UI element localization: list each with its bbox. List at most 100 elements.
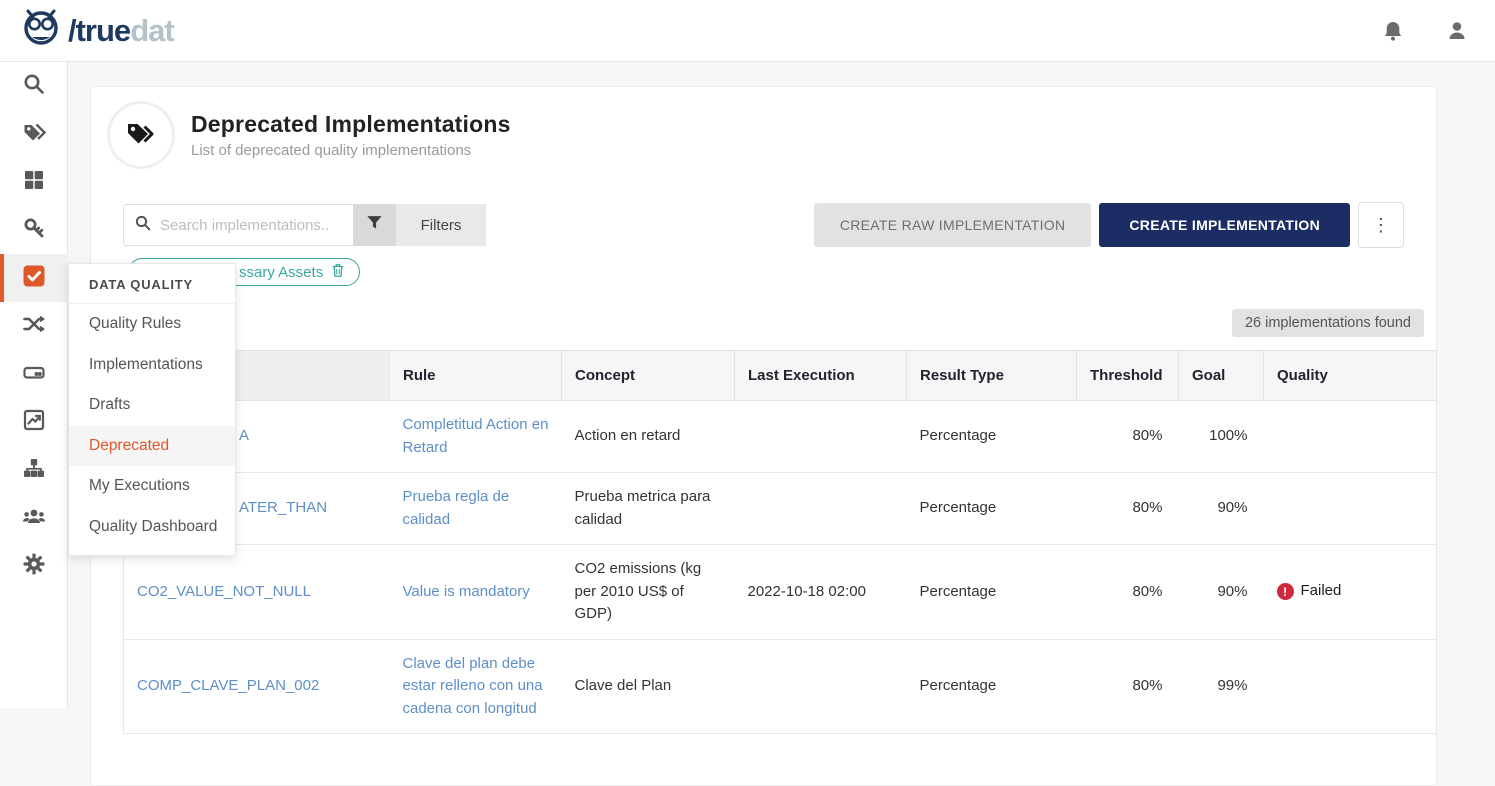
last-execution-cell <box>735 401 907 473</box>
sitemap-icon <box>22 456 46 485</box>
threshold-cell: 80% <box>1077 401 1179 473</box>
goal-cell: 90% <box>1179 545 1264 640</box>
owl-logo-icon <box>18 5 64 56</box>
table-row: COMP_CLAVE_PLAN_002 Clave del plan debe … <box>124 639 1437 734</box>
page-header: Deprecated Implementations List of depre… <box>91 87 1436 169</box>
menu-item-deprecated[interactable]: Deprecated <box>69 426 235 467</box>
topbar: /truedat <box>0 0 1495 62</box>
sidebar-item-ingests[interactable] <box>0 446 68 494</box>
sidebar-item-search[interactable] <box>0 62 68 110</box>
menu-item-drafts[interactable]: Drafts <box>69 385 235 426</box>
create-raw-implementation-button[interactable]: CREATE RAW IMPLEMENTATION <box>814 203 1092 247</box>
menu-item-my-executions[interactable]: My Executions <box>69 466 235 507</box>
search-icon <box>134 214 160 237</box>
table-row: CO2_VALUE_NOT_NULL Value is mandatory CO… <box>124 545 1437 640</box>
column-goal[interactable]: Goal <box>1179 351 1264 401</box>
quality-cell <box>1264 401 1437 473</box>
search-input[interactable] <box>160 217 343 234</box>
error-circle-icon <box>1277 583 1294 600</box>
toolbar: Filters CREATE RAW IMPLEMENTATION CREATE… <box>123 202 1404 248</box>
filters-button[interactable]: Filters <box>396 204 486 246</box>
tag-circle-icon <box>107 101 175 169</box>
brand-name: /truedat <box>68 13 174 49</box>
last-execution-cell <box>735 639 907 734</box>
column-quality[interactable]: Quality <box>1264 351 1437 401</box>
active-filters-row: ssary Assets <box>128 258 1404 286</box>
implementations-table: Rule Concept Last Execution Result Type … <box>123 350 1437 734</box>
implementation-link[interactable]: CO2_VALUE_NOT_NULL <box>137 583 311 600</box>
goal-cell: 90% <box>1179 473 1264 545</box>
sidebar-item-data-quality[interactable] <box>0 254 68 302</box>
bell-icon[interactable] <box>1381 19 1405 43</box>
concept-cell: CO2 emissions (kg per 2010 US$ of GDP) <box>562 545 735 640</box>
table-header-row: Rule Concept Last Execution Result Type … <box>124 351 1437 401</box>
threshold-cell: 80% <box>1077 639 1179 734</box>
users-icon <box>22 504 46 533</box>
table-row: ATER_THAN Prueba regla de calidad Prueba… <box>124 473 1437 545</box>
column-result-type[interactable]: Result Type <box>907 351 1077 401</box>
column-last-execution[interactable]: Last Execution <box>735 351 907 401</box>
sidebar-item-access[interactable] <box>0 206 68 254</box>
result-type-cell: Percentage <box>907 639 1077 734</box>
create-implementation-button[interactable]: CREATE IMPLEMENTATION <box>1099 203 1350 247</box>
truedat-logo[interactable]: /truedat <box>18 5 174 56</box>
grid-icon <box>22 168 46 197</box>
check-square-icon <box>22 264 46 293</box>
results-count-badge: 26 implementations found <box>1232 309 1424 337</box>
goal-cell: 99% <box>1179 639 1264 734</box>
concept-cell: Clave del Plan <box>562 639 735 734</box>
sidebar-item-structures[interactable] <box>0 350 68 398</box>
threshold-cell: 80% <box>1077 545 1179 640</box>
quality-status-badge: Failed <box>1277 580 1342 603</box>
result-type-cell: Percentage <box>907 545 1077 640</box>
result-type-cell: Percentage <box>907 473 1077 545</box>
menu-item-quality-dashboard[interactable]: Quality Dashboard <box>69 507 235 548</box>
key-icon <box>22 216 46 245</box>
last-execution-cell: 2022-10-18 02:00 <box>735 545 907 640</box>
rule-link[interactable]: Value is mandatory <box>403 583 530 600</box>
more-options-button[interactable]: ⋮ <box>1358 202 1404 248</box>
sidebar-item-lineage[interactable] <box>0 302 68 350</box>
filter-funnel-button[interactable] <box>353 204 396 246</box>
shuffle-icon <box>22 312 46 341</box>
menu-item-implementations[interactable]: Implementations <box>69 345 235 386</box>
menu-item-quality-rules[interactable]: Quality Rules <box>69 304 235 345</box>
goal-cell: 100% <box>1179 401 1264 473</box>
result-type-cell: Percentage <box>907 401 1077 473</box>
last-execution-cell <box>735 473 907 545</box>
search-icon <box>22 72 46 101</box>
concept-cell: Prueba metrica para calidad <box>562 473 735 545</box>
sidebar-item-insights[interactable] <box>0 398 68 446</box>
sidebar-item-dashboard[interactable] <box>0 158 68 206</box>
page-subtitle: List of deprecated quality implementatio… <box>191 142 511 159</box>
sidebar-item-settings[interactable] <box>0 542 68 590</box>
rule-link[interactable]: Prueba regla de calidad <box>403 488 510 528</box>
table-row: A Completitud Action en Retard Action en… <box>124 401 1437 473</box>
quality-status-label: Failed <box>1301 580 1342 603</box>
quality-cell <box>1264 639 1437 734</box>
user-icon[interactable] <box>1445 19 1469 43</box>
column-threshold[interactable]: Threshold <box>1077 351 1179 401</box>
gear-icon <box>22 552 46 581</box>
page-title: Deprecated Implementations <box>191 111 511 138</box>
funnel-icon <box>365 213 384 237</box>
deprecated-implementations-card: Deprecated Implementations List of depre… <box>90 86 1437 786</box>
threshold-cell: 80% <box>1077 473 1179 545</box>
quality-cell <box>1264 473 1437 545</box>
rule-link[interactable]: Completitud Action en Retard <box>403 416 549 456</box>
implementation-link[interactable]: COMP_CLAVE_PLAN_002 <box>137 677 319 694</box>
tags-icon <box>22 120 46 149</box>
hard-drive-icon <box>22 360 46 389</box>
column-concept[interactable]: Concept <box>562 351 735 401</box>
flyout-title: DATA QUALITY <box>69 264 235 304</box>
sidebar-item-taxonomy[interactable] <box>0 110 68 158</box>
sidebar-item-permissions[interactable] <box>0 494 68 542</box>
data-quality-flyout-menu: DATA QUALITY Quality Rules Implementatio… <box>68 263 236 556</box>
search-box <box>123 204 353 246</box>
trash-icon[interactable] <box>331 263 345 282</box>
column-rule[interactable]: Rule <box>390 351 562 401</box>
chart-line-icon <box>22 408 46 437</box>
quality-cell: Failed <box>1264 545 1437 640</box>
main-content: Deprecated Implementations List of depre… <box>68 62 1495 708</box>
rule-link[interactable]: Clave del plan debe estar relleno con un… <box>403 655 543 717</box>
